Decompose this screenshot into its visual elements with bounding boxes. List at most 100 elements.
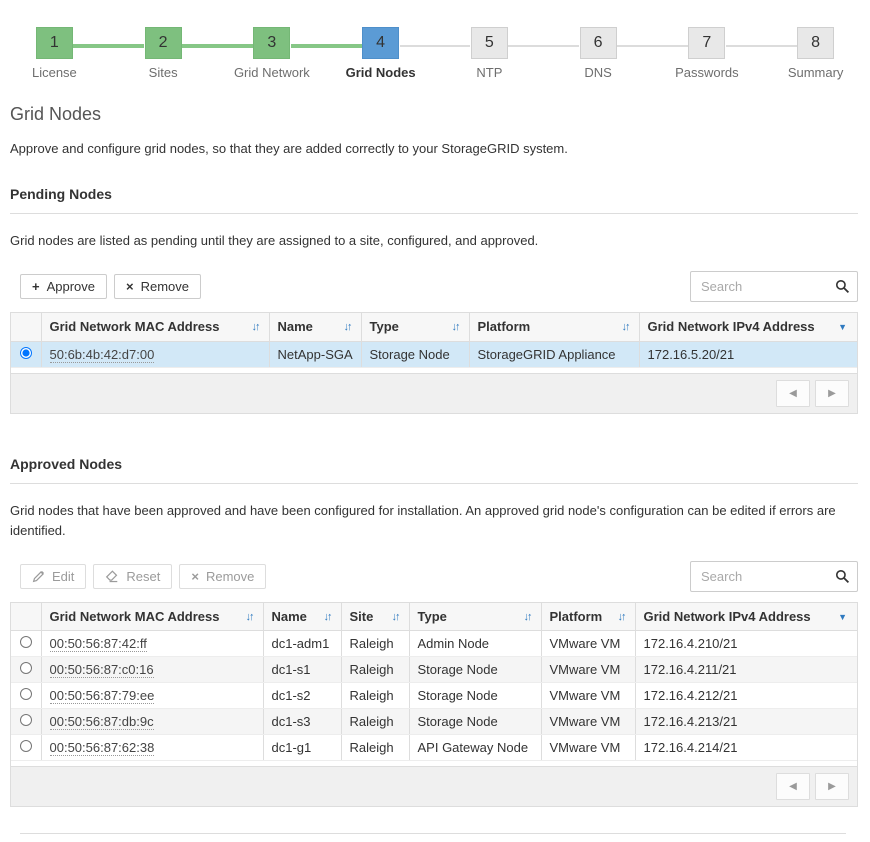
cell-type: Storage Node — [408, 708, 541, 736]
bottom-divider — [20, 833, 846, 835]
cell-ipv4: 172.16.4.210/21 — [634, 630, 857, 658]
step-circle: 7 — [688, 27, 726, 59]
table-row[interactable]: 00:50:56:87:62:38 dc1-g1 Raleigh API Gatewa… — [11, 734, 857, 761]
column-header[interactable]: Grid Network MAC Address ↓↑ — [40, 602, 263, 632]
table-row[interactable]: 00:50:56:87:db:9c dc1-s3 Raleigh Storage No… — [11, 708, 857, 736]
step-circle: 8 — [797, 27, 835, 59]
cell-mac: 00:50:56:87:62:38 — [40, 734, 263, 761]
step-label: Grid Network — [233, 65, 310, 80]
cell-mac: 00:50:56:87:79:ee — [40, 682, 263, 710]
edit-button[interactable]: Edit — [20, 563, 87, 589]
table-row[interactable]: 00:50:56:87:79:ee dc1-s2 Raleigh Storage No… — [11, 682, 857, 710]
column-header[interactable]: Grid Network IPv4 Address ▼ — [638, 313, 857, 342]
cell-ipv4: 172.16.4.213/21 — [634, 708, 857, 736]
column-header-label: Name — [271, 609, 307, 625]
sort-icon: ↓↑ — [391, 610, 401, 623]
cell-platform: StorageGRID Appliance — [468, 341, 639, 367]
column-header[interactable]: Platform ↓↑ — [540, 602, 635, 632]
pending-toolbar: + Approve × Remove — [10, 271, 858, 303]
table-row[interactable]: 00:50:56:87:42:ff dc1-adm1 Raleigh Admin No… — [11, 630, 857, 658]
column-header-label: Platform — [549, 609, 603, 625]
next-page-button[interactable]: ▶ — [815, 379, 849, 407]
next-page-button[interactable]: ▶ — [815, 773, 849, 801]
column-header-label: Type — [417, 609, 447, 625]
pending-nodes-section: Pending Nodes Grid nodes are listed as p… — [10, 186, 858, 414]
pending-nodes-description: Grid nodes are listed as pending until t… — [10, 233, 539, 248]
cell-type: Storage Node — [360, 341, 469, 367]
step-circle: 6 — [579, 27, 617, 59]
column-header-label: Platform — [477, 319, 531, 335]
column-header[interactable]: Type ↓↑ — [360, 313, 469, 342]
wizard-stepper: 1 License 2 Sites 3 Grid Network 4 Grid Nodes 5 N… — [0, 0, 870, 80]
step-label: Grid Nodes — [345, 65, 416, 80]
column-header-label: Type — [369, 319, 399, 335]
mac-address: 00:50:56:87:db:9c — [49, 714, 154, 731]
plus-icon: + — [32, 279, 40, 295]
caret-down-icon: ▼ — [838, 321, 847, 332]
cell-name: dc1-adm1 — [262, 630, 341, 658]
step-label: DNS — [584, 65, 612, 80]
cell-platform: VMware VM — [540, 682, 635, 710]
remove-button-pending[interactable]: × Remove — [114, 274, 202, 300]
column-header[interactable]: Name ↓↑ — [262, 602, 341, 632]
column-header[interactable]: Site ↓↑ — [340, 602, 409, 632]
column-header[interactable]: Grid Network MAC Address ↓↑ — [40, 313, 269, 342]
approved-header-row: Grid Network MAC Address ↓↑ Name ↓↑ Site ↓↑ Ty… — [11, 602, 857, 632]
step-summary[interactable]: 8 Summary — [725, 12, 870, 80]
search-icon — [835, 279, 850, 297]
pending-table-body: 50:6b:4b:42:d7:00 NetApp-SGA Storage Node S… — [11, 341, 857, 367]
column-header[interactable]: Platform ↓↑ — [468, 313, 639, 342]
cell-type: API Gateway Node — [408, 734, 541, 761]
row-radio[interactable] — [19, 688, 32, 701]
row-radio[interactable] — [19, 740, 32, 753]
cell-type: Storage Node — [408, 682, 541, 710]
cell-ipv4: 172.16.4.212/21 — [634, 682, 857, 710]
approve-button-label: Approve — [46, 279, 96, 295]
radio-cell — [11, 682, 41, 710]
prev-page-button[interactable]: ◀ — [776, 379, 810, 407]
mac-address: 00:50:56:87:42:ff — [49, 636, 147, 653]
pending-search-input[interactable] — [690, 271, 858, 303]
approved-table-body: 00:50:56:87:42:ff dc1-adm1 Raleigh Admin No… — [11, 630, 857, 761]
approved-search-input[interactable] — [690, 560, 858, 592]
column-header[interactable]: Grid Network IPv4 Address ▼ — [634, 602, 857, 632]
cell-mac: 50:6b:4b:42:d7:00 — [40, 341, 269, 367]
page-title: Grid Nodes — [10, 104, 102, 124]
approved-nodes-heading: Approved Nodes — [10, 456, 858, 484]
row-radio[interactable] — [19, 346, 32, 359]
row-radio[interactable] — [19, 662, 32, 675]
column-header[interactable]: Type ↓↑ — [408, 602, 541, 632]
approve-button[interactable]: + Approve — [20, 274, 108, 300]
sort-icon: ↓↑ — [451, 320, 461, 333]
row-radio[interactable] — [19, 636, 32, 649]
reset-button[interactable]: Reset — [93, 563, 173, 589]
cell-ipv4: 172.16.4.211/21 — [634, 656, 857, 684]
step-circle: 1 — [35, 27, 73, 59]
cell-site: Raleigh — [340, 682, 409, 710]
table-row[interactable]: 50:6b:4b:42:d7:00 NetApp-SGA Storage Node S… — [11, 341, 857, 367]
cell-name: dc1-s2 — [262, 682, 341, 710]
radio-column-header — [11, 602, 41, 632]
table-row[interactable]: 00:50:56:87:c0:16 dc1-s1 Raleigh Storage No… — [11, 656, 857, 684]
radio-cell — [11, 735, 41, 761]
cell-type: Admin Node — [408, 630, 541, 658]
cell-platform: VMware VM — [540, 734, 635, 761]
caret-down-icon: ▼ — [838, 611, 847, 622]
remove-button-approved[interactable]: × Remove — [179, 563, 267, 589]
row-radio[interactable] — [19, 714, 32, 727]
cell-platform: VMware VM — [540, 708, 635, 736]
reset-button-label: Reset — [126, 568, 161, 584]
edit-button-label: Edit — [52, 568, 75, 584]
cell-mac: 00:50:56:87:c0:16 — [40, 656, 263, 684]
approved-toolbar: Edit Reset × Remove — [10, 560, 858, 592]
cell-name: dc1-g1 — [262, 734, 341, 761]
column-header-label: Name — [277, 319, 313, 335]
column-header[interactable]: Name ↓↑ — [268, 313, 361, 342]
step-circle: 5 — [470, 27, 508, 59]
cell-mac: 00:50:56:87:db:9c — [40, 708, 263, 736]
column-header-label: Grid Network IPv4 Address — [647, 319, 815, 335]
step-label: Summary — [787, 65, 844, 80]
sort-icon: ↓↑ — [323, 610, 333, 623]
prev-page-button[interactable]: ◀ — [776, 773, 810, 801]
pending-header-row: Grid Network MAC Address ↓↑ Name ↓↑ Type ↓↑ Pl… — [11, 313, 857, 342]
